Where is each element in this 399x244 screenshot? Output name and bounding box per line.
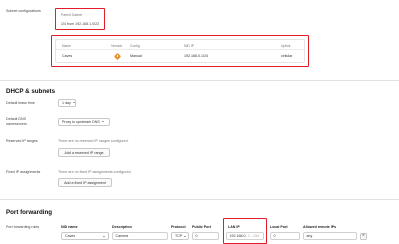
dns-label-line2: nameservers xyxy=(6,122,27,126)
subnet-config-label: Subnet configurations xyxy=(6,9,41,13)
nid-name-select[interactable]: Caves xyxy=(61,232,109,240)
protocol-select[interactable]: TCP xyxy=(171,232,189,240)
remove-rule-button[interactable]: ✕ xyxy=(360,232,367,240)
col-nid-name: NID name xyxy=(61,225,78,229)
lease-value: 1 day xyxy=(62,100,71,105)
row-name: Caves xyxy=(62,54,73,58)
lan-ip-hint: 2 - 254 xyxy=(248,233,260,238)
public-port-input[interactable]: 0 xyxy=(192,232,219,240)
close-icon: ✕ xyxy=(361,233,365,238)
section-divider xyxy=(0,199,399,200)
col-config: Config xyxy=(130,43,140,48)
dns-label-line1: Default DNS xyxy=(6,117,26,121)
lan-ip-prefix: 192.168.0. xyxy=(229,233,247,238)
col-public-port: Public Port xyxy=(192,225,211,229)
chevron-down-icon xyxy=(184,235,187,237)
subnet-table-highlight: Name Version Config NID IP Uplink Caves … xyxy=(51,35,309,67)
lan-ip-input[interactable]: 192.168.0. 2 - 254 xyxy=(226,231,264,240)
router-icon xyxy=(113,52,122,60)
nid-name-value: Caves xyxy=(65,234,76,238)
col-lan-ip: LAN IP xyxy=(228,224,240,229)
protocol-value: TCP xyxy=(175,234,183,238)
local-port-input[interactable]: 0 xyxy=(270,232,300,240)
section-divider xyxy=(0,80,399,81)
port-forwarding-title: Port forwarding xyxy=(6,209,53,216)
reserved-label: Reserved IP ranges xyxy=(6,139,38,143)
col-name: Name xyxy=(62,43,72,48)
row-config: Manual xyxy=(130,54,142,58)
col-version: Version xyxy=(111,43,123,48)
port-rules-label: Port forwarding rules xyxy=(6,225,40,229)
lease-label: Default lease time xyxy=(6,101,35,105)
chevron-down-icon xyxy=(103,235,105,237)
table-divider xyxy=(56,49,304,50)
col-description: Description xyxy=(112,225,132,229)
parent-subnet-highlight: Parent Subnet /24 from 192.168.1.0/22 xyxy=(55,8,105,30)
parent-subnet-label: Parent Subnet xyxy=(61,13,83,17)
col-nid-ip: NID IP xyxy=(184,43,194,48)
description-input[interactable]: Camera xyxy=(112,232,168,240)
lan-ip-highlight: LAN IP 192.168.0. 2 - 254 xyxy=(223,218,267,244)
parent-subnet-value: /24 from 192.168.1.0/22 xyxy=(61,22,100,26)
dhcp-title: DHCP & subnets xyxy=(6,88,56,95)
row-uplink: cellular xyxy=(281,54,293,58)
lease-select[interactable]: 1 day xyxy=(58,98,76,107)
col-local-port: Local Port xyxy=(270,225,288,229)
col-uplink: Uplink xyxy=(281,43,291,48)
row-ip: 192.168.0.1/24 xyxy=(184,54,208,58)
chevron-down-icon xyxy=(101,121,104,122)
chevron-down-icon xyxy=(72,102,75,103)
col-protocol: Protocol xyxy=(171,225,186,229)
allowed-remote-ips-input[interactable]: any xyxy=(303,232,357,240)
col-allowed-remote-ips: Allowed remote IPs xyxy=(303,225,337,229)
fixed-empty-text: There are no fixed IP assignments config… xyxy=(58,170,132,174)
subnet-table: Name Version Config NID IP Uplink Caves … xyxy=(55,39,305,63)
add-reserved-range-button[interactable]: Add a reserved IP range xyxy=(58,148,110,157)
add-fixed-assignment-button[interactable]: Add a fixed IP assignment xyxy=(58,178,112,187)
dns-select[interactable]: Proxy to upstream DNS xyxy=(58,117,110,126)
fixed-label: Fixed IP assignments xyxy=(6,170,41,174)
reserved-empty-text: There are no reserved IP ranges configur… xyxy=(58,139,129,143)
dns-value: Proxy to upstream DNS xyxy=(62,119,100,124)
